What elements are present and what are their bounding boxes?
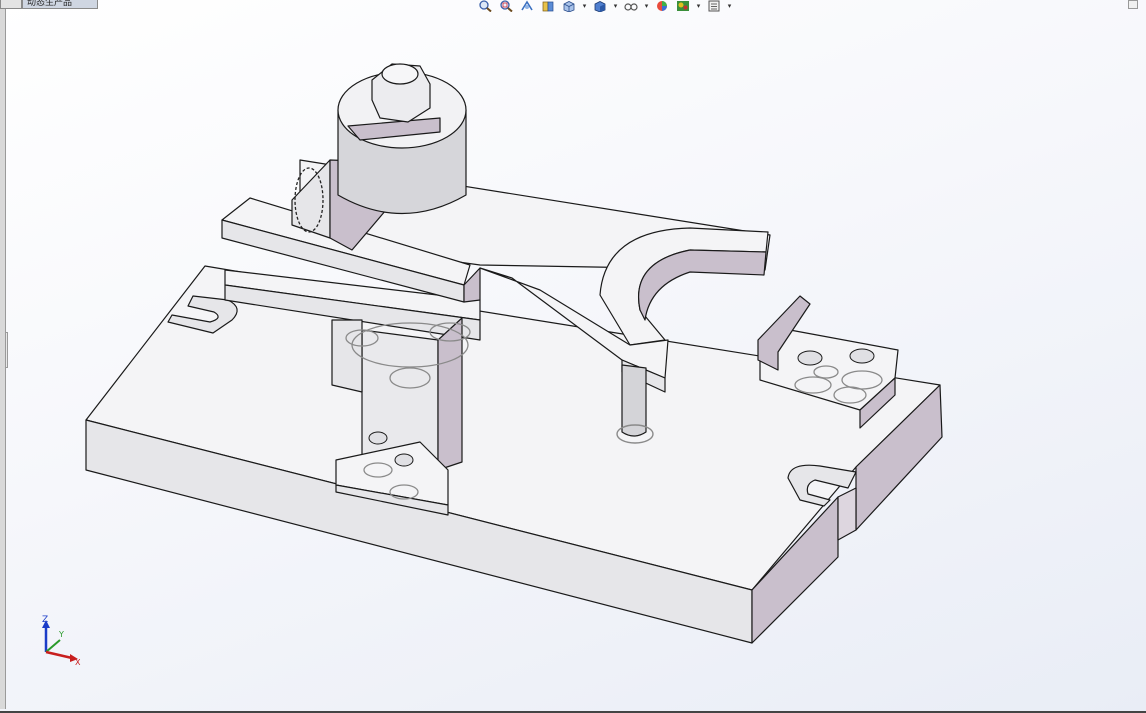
view-orientation-icon bbox=[563, 1, 575, 12]
hide-show-items-button[interactable] bbox=[622, 0, 640, 12]
edit-appearance-button[interactable] bbox=[653, 0, 671, 12]
document-tab-2[interactable]: 动态生产品 bbox=[22, 0, 98, 9]
apply-scene-icon bbox=[677, 1, 689, 11]
previous-view-button[interactable] bbox=[518, 0, 536, 12]
previous-view-icon bbox=[521, 0, 533, 11]
heads-up-view-toolbar: ▾ ▾ ▾ ▾ ▾ bbox=[476, 0, 733, 12]
view-settings-icon bbox=[708, 0, 720, 12]
document-tab-1[interactable] bbox=[0, 0, 22, 9]
view-orientation-button[interactable] bbox=[560, 0, 578, 12]
display-style-dropdown[interactable]: ▾ bbox=[612, 0, 619, 12]
hide-show-items-dropdown[interactable]: ▾ bbox=[643, 0, 650, 12]
edit-appearance-icon bbox=[657, 1, 667, 11]
hide-show-items-icon bbox=[624, 3, 638, 11]
cad-model-viewport[interactable] bbox=[0, 0, 1146, 713]
apply-scene-button[interactable] bbox=[674, 0, 692, 12]
feature-manager-rail[interactable] bbox=[0, 9, 6, 709]
triad-x-label: X bbox=[75, 658, 81, 667]
view-orientation-dropdown[interactable]: ▾ bbox=[581, 0, 588, 12]
arc-arm-top bbox=[599, 227, 769, 346]
section-view-icon bbox=[542, 1, 554, 12]
document-tab-2-label: 动态生产品 bbox=[27, 0, 73, 8]
triad-z-label: Z bbox=[42, 615, 48, 625]
zoom-area-icon bbox=[500, 0, 513, 12]
view-settings-dropdown[interactable]: ▾ bbox=[726, 0, 733, 12]
zoom-to-fit-button[interactable] bbox=[476, 0, 494, 12]
zoom-area-button[interactable] bbox=[497, 0, 515, 12]
zoom-to-fit-icon bbox=[479, 0, 492, 12]
view-settings-button[interactable] bbox=[705, 0, 723, 12]
coordinate-triad: Z Y X bbox=[42, 615, 81, 667]
document-tab-strip: 动态生产品 bbox=[0, 0, 98, 9]
display-style-button[interactable] bbox=[591, 0, 609, 12]
display-style-icon bbox=[594, 1, 606, 12]
apply-scene-dropdown[interactable]: ▾ bbox=[695, 0, 702, 12]
section-view-button[interactable] bbox=[539, 0, 557, 12]
triad-y-label: Y bbox=[58, 630, 64, 639]
